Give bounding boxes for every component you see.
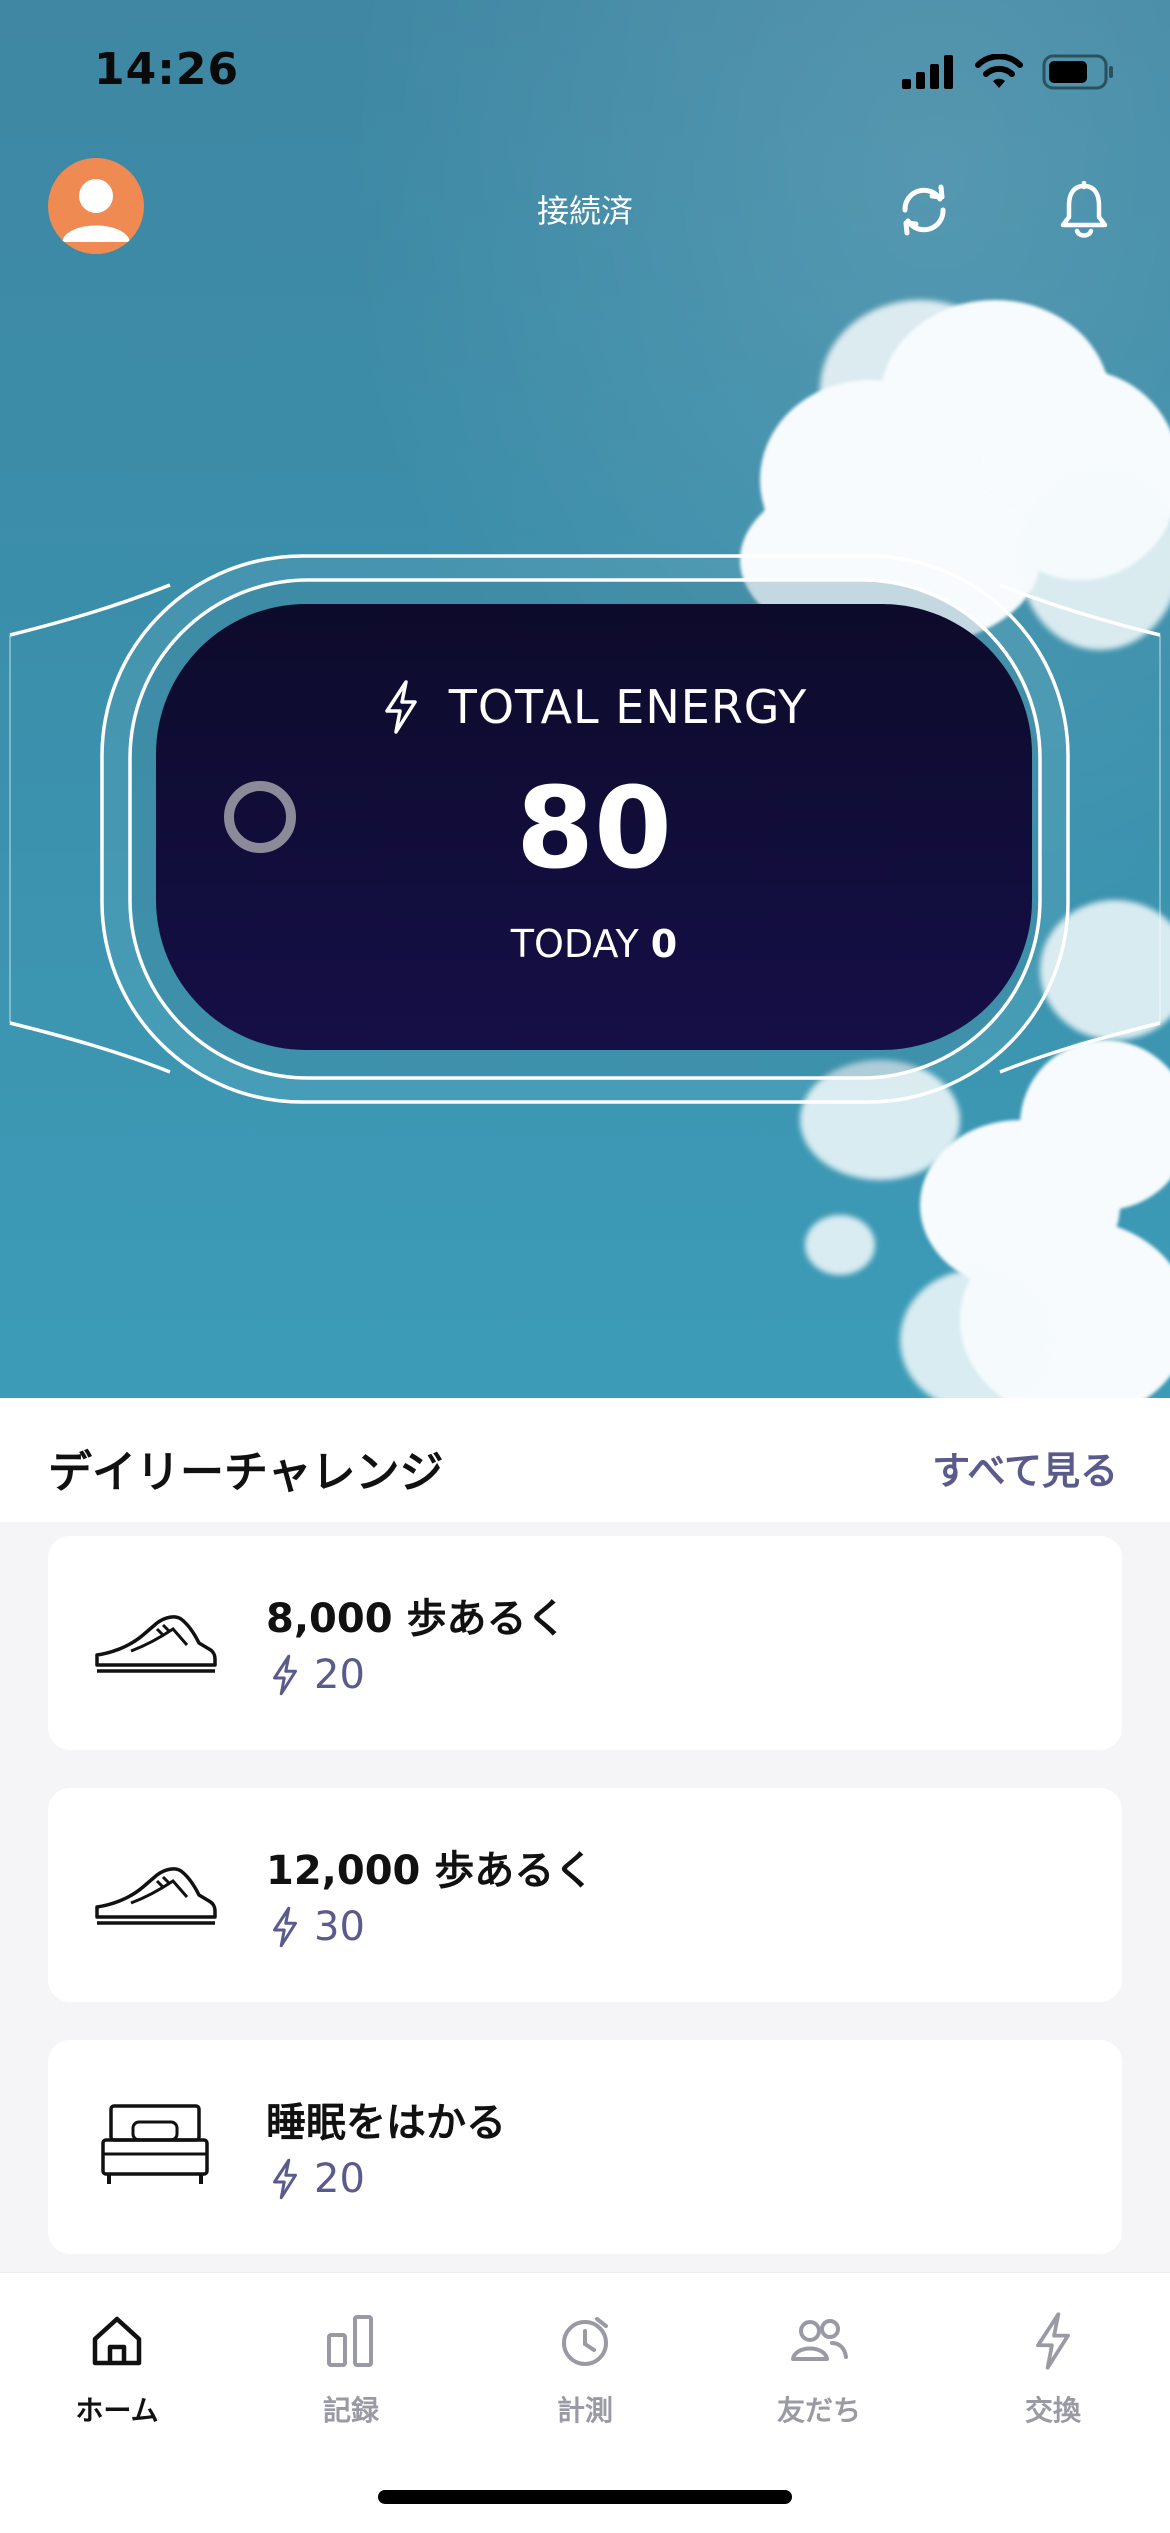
challenge-title: 12,000 歩あるく xyxy=(266,1848,595,1894)
lightning-icon xyxy=(273,1654,297,1696)
total-energy-value: 80 xyxy=(516,764,672,894)
sneaker-icon xyxy=(95,1867,217,1925)
challenge-reward: 20 xyxy=(270,2156,365,2202)
bell-icon xyxy=(1060,181,1108,238)
today-label: TODAY xyxy=(510,922,639,966)
tab-measure[interactable]: 計測 xyxy=(468,2309,702,2439)
section-title: デイリーチャレンジ xyxy=(48,1447,444,1498)
tab-label: ホーム xyxy=(75,2394,159,2427)
challenge-reward: 20 xyxy=(270,1652,365,1698)
lightning-icon xyxy=(384,680,417,734)
challenge-card[interactable]: 睡眠をはかる 20 xyxy=(48,2040,1122,2254)
notification-button[interactable] xyxy=(1046,172,1122,248)
signal-icon xyxy=(902,55,956,93)
see-all-link[interactable]: すべて見る xyxy=(932,1440,1118,1495)
bar-chart-icon xyxy=(327,2315,373,2367)
tab-label: 交換 xyxy=(1024,2394,1081,2427)
friends-icon xyxy=(791,2319,848,2361)
challenge-list: 8,000 歩あるく 20 12,000 歩あるく 30 睡眠をはかる 20 xyxy=(0,1522,1170,2272)
challenge-title: 睡眠をはかる xyxy=(266,2100,506,2146)
home-icon xyxy=(92,2316,142,2366)
tab-label: 記録 xyxy=(322,2394,379,2427)
energy-display: TOTAL ENERGY 80 TODAY 0 xyxy=(156,604,1032,1050)
home-indicator xyxy=(378,2490,792,2504)
hero-banner: 14:26 接続済 TOTAL ENERGY 80 TODAY 0 xyxy=(0,0,1170,1398)
tab-label: 計測 xyxy=(556,2394,613,2427)
battery-icon xyxy=(1042,54,1114,94)
status-time: 14:26 xyxy=(94,44,240,95)
lightning-icon xyxy=(273,2158,297,2200)
challenge-card[interactable]: 8,000 歩あるく 20 xyxy=(48,1536,1122,1750)
energy-label: TOTAL ENERGY xyxy=(448,680,808,734)
sync-icon xyxy=(902,184,946,236)
tab-exchange[interactable]: 交換 xyxy=(936,2309,1170,2439)
tab-label: 友だち xyxy=(776,2394,861,2427)
lightning-icon xyxy=(273,1906,297,1948)
challenge-card[interactable]: 12,000 歩あるく 30 xyxy=(48,1788,1122,2002)
challenge-reward: 30 xyxy=(270,1904,365,1950)
sync-button[interactable] xyxy=(886,172,962,248)
timer-icon xyxy=(562,2317,608,2366)
connection-status: 接続済 xyxy=(536,192,633,230)
status-bar: 14:26 xyxy=(0,0,1170,150)
sneaker-icon xyxy=(95,1615,217,1673)
reward-value: 20 xyxy=(314,1652,365,1698)
tab-home[interactable]: ホーム xyxy=(0,2309,234,2439)
lightning-icon xyxy=(1036,2312,1070,2370)
challenge-section-header: デイリーチャレンジ すべて見る xyxy=(0,1398,1170,1522)
tab-friends[interactable]: 友だち xyxy=(702,2309,936,2439)
tab-records[interactable]: 記録 xyxy=(234,2309,468,2439)
reward-value: 20 xyxy=(314,2156,365,2202)
wifi-icon xyxy=(974,53,1024,94)
bed-icon xyxy=(101,2104,209,2184)
reward-value: 30 xyxy=(314,1904,365,1950)
challenge-title: 8,000 歩あるく xyxy=(266,1596,567,1642)
today-value: 0 xyxy=(650,922,678,966)
